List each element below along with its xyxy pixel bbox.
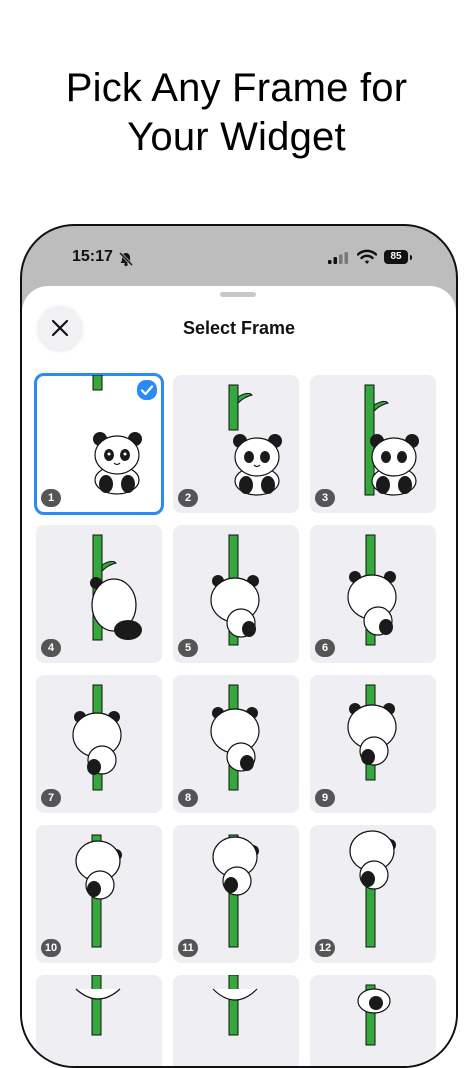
- status-time: 15:17: [72, 248, 113, 265]
- sheet-grabber[interactable]: [220, 292, 256, 297]
- frame-tile-12[interactable]: 12: [310, 825, 436, 963]
- frame-tile-13[interactable]: [36, 975, 162, 1066]
- sheet-title: Select Frame: [182, 318, 296, 338]
- frame-number-badge: 4: [41, 639, 61, 657]
- headline-line-2: Your Widget: [127, 115, 346, 159]
- frame-number-badge: 3: [315, 489, 335, 507]
- frame-tile-5[interactable]: 5: [173, 525, 299, 663]
- frame-number-badge: 9: [315, 789, 335, 807]
- signal-icon: [328, 252, 348, 264]
- frame-tile-10[interactable]: 10: [36, 825, 162, 963]
- frame-tile-15[interactable]: [310, 975, 436, 1066]
- frame-tile-1[interactable]: 1: [34, 373, 164, 515]
- frame-number-badge: 11: [178, 939, 198, 957]
- frame-tile-3[interactable]: 3: [310, 375, 436, 513]
- frame-number-badge: 6: [315, 639, 335, 657]
- select-frame-sheet: Select Frame 1 2 3 4 5 6 7 8 9 10 11 12: [22, 286, 456, 1066]
- frame-tile-2[interactable]: 2: [173, 375, 299, 513]
- frame-number-badge: 7: [41, 789, 61, 807]
- bell-slash-icon: [118, 251, 134, 267]
- status-bar: 15:17 85: [22, 226, 456, 286]
- checkmark-icon: [136, 379, 158, 401]
- panda-illustration: [212, 975, 258, 1036]
- panda-illustration: [357, 984, 391, 1046]
- battery-icon: 85: [384, 250, 408, 264]
- frame-tile-4[interactable]: 4: [36, 525, 162, 663]
- frame-tile-11[interactable]: 11: [173, 825, 299, 963]
- panda-illustration: [75, 975, 121, 1036]
- headline: Pick Any Frame for Your Widget: [0, 64, 473, 162]
- frame-number-badge: 10: [41, 939, 61, 957]
- headline-line-1: Pick Any Frame for: [65, 66, 408, 110]
- frame-number-badge: 12: [315, 939, 335, 957]
- phone-mockup: 15:17 85 Select Frame 1 2 3 4 5 6 7 8 9 …: [20, 224, 458, 1068]
- frame-number-badge: 1: [41, 489, 61, 507]
- frame-tile-7[interactable]: 7: [36, 675, 162, 813]
- frame-number-badge: 8: [178, 789, 198, 807]
- frame-number-badge: 2: [178, 489, 198, 507]
- battery-tip: [410, 255, 412, 260]
- frame-tile-14[interactable]: [173, 975, 299, 1066]
- frame-tile-9[interactable]: 9: [310, 675, 436, 813]
- frame-tile-6[interactable]: 6: [310, 525, 436, 663]
- frame-tile-8[interactable]: 8: [173, 675, 299, 813]
- battery-level: 85: [390, 251, 402, 262]
- frame-number-badge: 5: [178, 639, 198, 657]
- wifi-icon: [357, 249, 377, 264]
